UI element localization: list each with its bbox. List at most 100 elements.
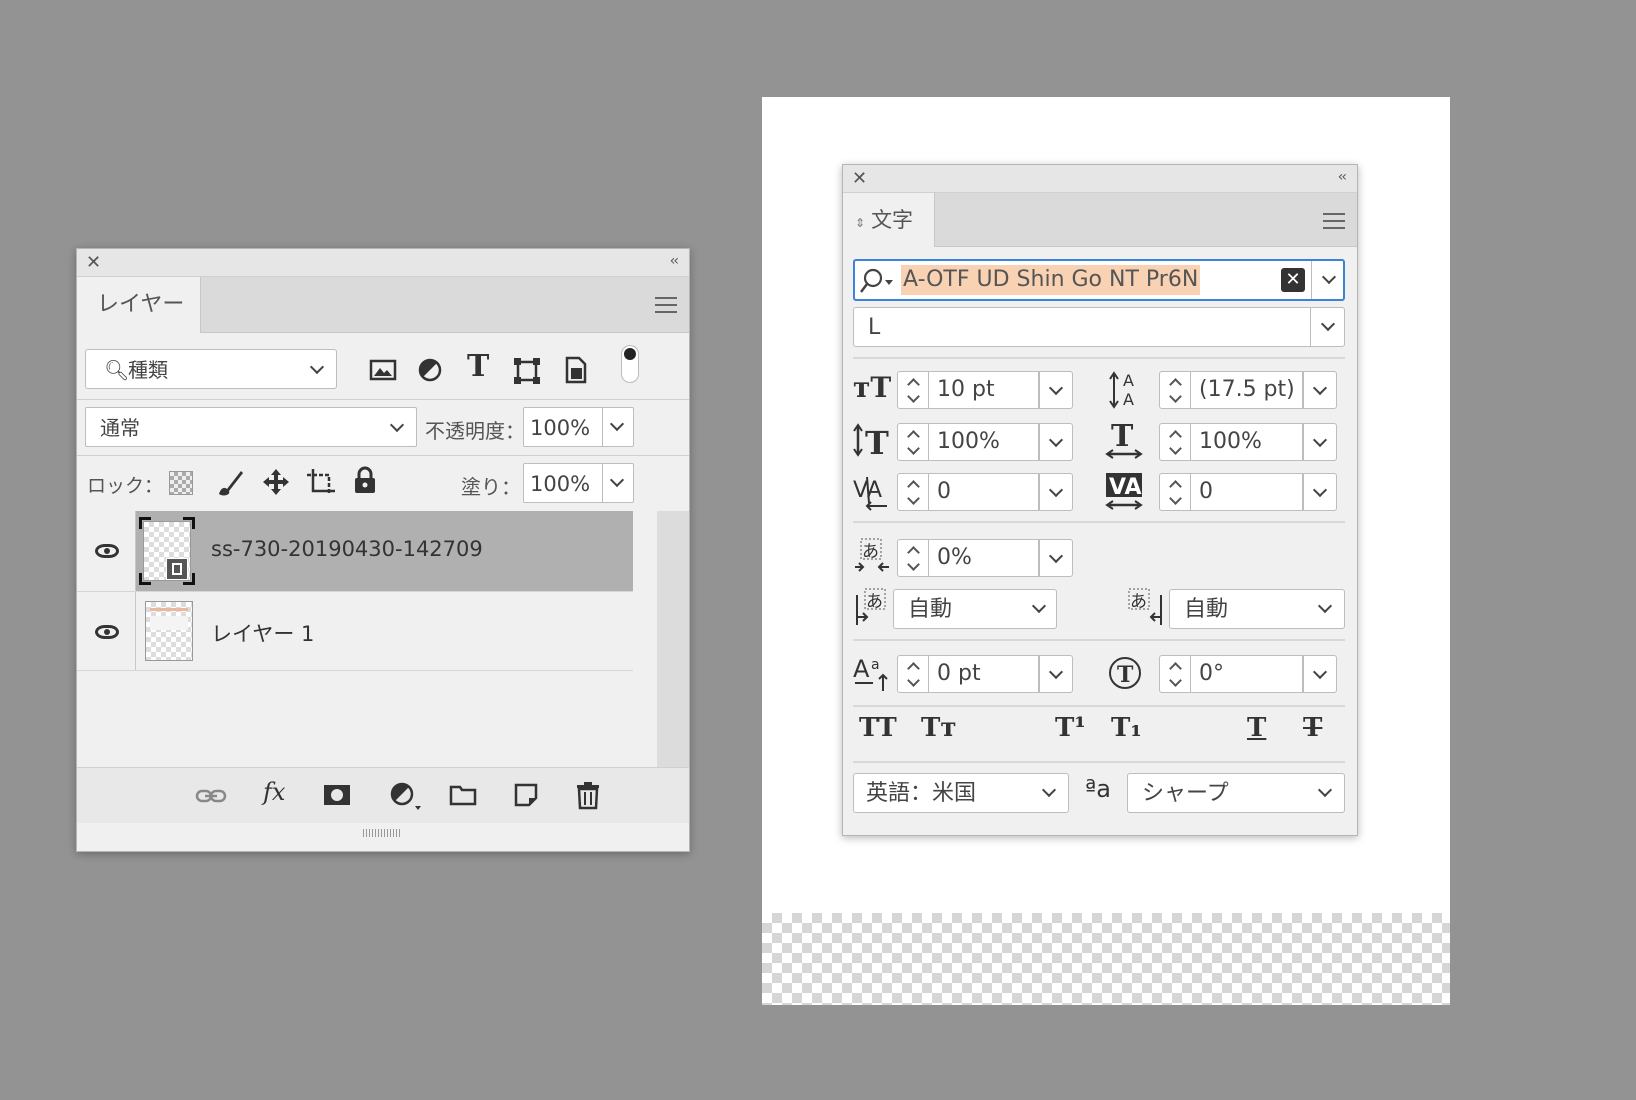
opacity-value: 100% bbox=[530, 416, 591, 440]
baseline-shift-value: 0 pt bbox=[937, 661, 981, 686]
horizontal-scale-dropdown[interactable] bbox=[1303, 423, 1337, 461]
svg-text:A: A bbox=[1123, 371, 1134, 390]
clear-icon[interactable]: ✕ bbox=[1281, 268, 1305, 292]
leading-input[interactable]: (17.5 pt) bbox=[1191, 371, 1303, 409]
lock-position-icon[interactable] bbox=[261, 467, 291, 497]
all-caps-button[interactable]: TT bbox=[859, 713, 897, 743]
adjustment-filter-icon[interactable] bbox=[417, 357, 443, 383]
blend-mode-select[interactable]: 通常 bbox=[85, 407, 417, 447]
font-size-value: 10 pt bbox=[937, 377, 995, 402]
baseline-shift-input[interactable]: 0 pt bbox=[929, 655, 1039, 693]
rotation-dropdown[interactable] bbox=[1303, 655, 1337, 693]
panel-menu-icon[interactable] bbox=[655, 297, 677, 318]
opacity-input[interactable]: 100% bbox=[523, 407, 603, 447]
vertical-scale-dropdown[interactable] bbox=[1039, 423, 1073, 461]
fill-label: 塗り： bbox=[461, 475, 521, 499]
fill-input[interactable]: 100% bbox=[523, 463, 603, 503]
filter-toggle[interactable] bbox=[621, 345, 639, 383]
tsume-input[interactable]: 0% bbox=[929, 539, 1039, 577]
layer-list-scrollbar[interactable] bbox=[657, 511, 689, 767]
shape-filter-icon[interactable] bbox=[513, 357, 541, 385]
font-size-stepper[interactable] bbox=[897, 371, 929, 409]
collapse-icon[interactable]: ‹‹ bbox=[1338, 169, 1347, 185]
aki-before-select[interactable]: 自動 bbox=[893, 589, 1057, 629]
tab-character[interactable]: ⇕ 文字 bbox=[843, 193, 935, 247]
mask-icon[interactable] bbox=[323, 784, 351, 806]
layer-row[interactable]: レイヤー 1 bbox=[77, 591, 633, 671]
eye-icon[interactable] bbox=[95, 544, 119, 558]
trash-icon[interactable] bbox=[575, 780, 601, 810]
tracking-dropdown[interactable] bbox=[1303, 473, 1337, 511]
language-select[interactable]: 英語：米国 bbox=[853, 773, 1069, 813]
chevron-down-icon bbox=[1312, 380, 1328, 396]
layer-name[interactable]: レイヤー 1 bbox=[211, 618, 314, 648]
panel-menu-icon[interactable] bbox=[1323, 213, 1345, 234]
small-caps-button[interactable]: Tт bbox=[921, 713, 956, 743]
new-layer-icon[interactable] bbox=[513, 782, 539, 808]
kerning-dropdown[interactable] bbox=[1039, 473, 1073, 511]
layer-name[interactable]: ss-730-20190430-142709 bbox=[211, 537, 483, 561]
chevron-down-icon[interactable] bbox=[1321, 269, 1337, 285]
kerning-input[interactable]: 0 bbox=[929, 473, 1039, 511]
underline-button[interactable]: T bbox=[1247, 713, 1266, 743]
rotation-stepper[interactable] bbox=[1159, 655, 1191, 693]
baseline-shift-dropdown[interactable] bbox=[1039, 655, 1073, 693]
superscript-button[interactable]: T¹ bbox=[1055, 713, 1086, 743]
tracking-value: 0 bbox=[1199, 479, 1213, 504]
smart-object-filter-icon[interactable] bbox=[563, 355, 589, 385]
aki-before-icon: あ bbox=[856, 588, 886, 625]
close-icon[interactable]: ✕ bbox=[852, 170, 867, 188]
layers-footer: fx bbox=[77, 767, 689, 823]
fx-icon[interactable]: fx bbox=[263, 778, 285, 806]
aki-after-icon: あ bbox=[1128, 588, 1162, 625]
vertical-scale-icon: T bbox=[853, 423, 889, 457]
lock-artboard-icon[interactable] bbox=[305, 467, 337, 497]
layer-row-selected[interactable]: ss-730-20190430-142709 bbox=[77, 511, 633, 591]
tsume-icon: あ bbox=[855, 538, 889, 572]
baseline-shift-stepper[interactable] bbox=[897, 655, 929, 693]
fill-dropdown[interactable] bbox=[602, 463, 634, 503]
vertical-scale-stepper[interactable] bbox=[897, 423, 929, 461]
lock-transparent-icon[interactable] bbox=[169, 471, 193, 495]
horizontal-scale-value: 100% bbox=[1199, 429, 1262, 454]
rotation-input[interactable]: 0° bbox=[1191, 655, 1303, 693]
image-filter-icon[interactable] bbox=[369, 357, 397, 383]
antialias-select[interactable]: シャープ bbox=[1127, 773, 1345, 813]
adjustment-icon[interactable] bbox=[389, 782, 423, 812]
vertical-scale-input[interactable]: 100% bbox=[929, 423, 1039, 461]
tab-layers[interactable]: レイヤー bbox=[77, 277, 201, 333]
chevron-down-icon bbox=[1048, 664, 1064, 680]
tracking-stepper[interactable] bbox=[1159, 473, 1191, 511]
strikethrough-button[interactable]: T bbox=[1303, 713, 1322, 743]
lock-pixels-icon[interactable] bbox=[215, 467, 245, 497]
subscript-button[interactable]: T₁ bbox=[1111, 713, 1142, 743]
eye-icon[interactable] bbox=[95, 625, 119, 639]
lock-all-icon[interactable] bbox=[353, 465, 377, 495]
tab-bar: レイヤー bbox=[77, 277, 689, 333]
close-icon[interactable]: ✕ bbox=[86, 254, 101, 272]
type-filter-icon[interactable]: T bbox=[467, 349, 489, 384]
horizontal-scale-stepper[interactable] bbox=[1159, 423, 1191, 461]
resize-grip[interactable] bbox=[363, 829, 401, 837]
tsume-stepper[interactable] bbox=[897, 539, 929, 577]
aki-after-select[interactable]: 自動 bbox=[1169, 589, 1345, 629]
layer-list: ss-730-20190430-142709 レイヤー 1 bbox=[77, 511, 689, 767]
opacity-label: 不透明度： bbox=[425, 419, 525, 443]
font-style-select[interactable]: L bbox=[853, 307, 1345, 347]
link-icon[interactable] bbox=[195, 786, 227, 806]
collapse-icon[interactable]: ‹‹ bbox=[670, 253, 679, 269]
tsume-dropdown[interactable] bbox=[1039, 539, 1073, 577]
font-size-input[interactable]: 10 pt bbox=[929, 371, 1039, 409]
kerning-stepper[interactable] bbox=[897, 473, 929, 511]
opacity-dropdown[interactable] bbox=[602, 407, 634, 447]
leading-stepper[interactable] bbox=[1159, 371, 1191, 409]
layer-filter-select[interactable]: 🔍︎ 種類 bbox=[85, 349, 337, 389]
leading-dropdown[interactable] bbox=[1303, 371, 1337, 409]
folder-icon[interactable] bbox=[449, 784, 477, 806]
font-size-dropdown[interactable] bbox=[1039, 371, 1073, 409]
language-value: 英語：米国 bbox=[866, 781, 977, 806]
horizontal-scale-input[interactable]: 100% bbox=[1191, 423, 1303, 461]
tracking-input[interactable]: 0 bbox=[1191, 473, 1303, 511]
chevron-down-icon bbox=[1312, 664, 1328, 680]
font-family-input[interactable]: A-OTF UD Shin Go NT Pr6N ✕ bbox=[853, 259, 1345, 301]
